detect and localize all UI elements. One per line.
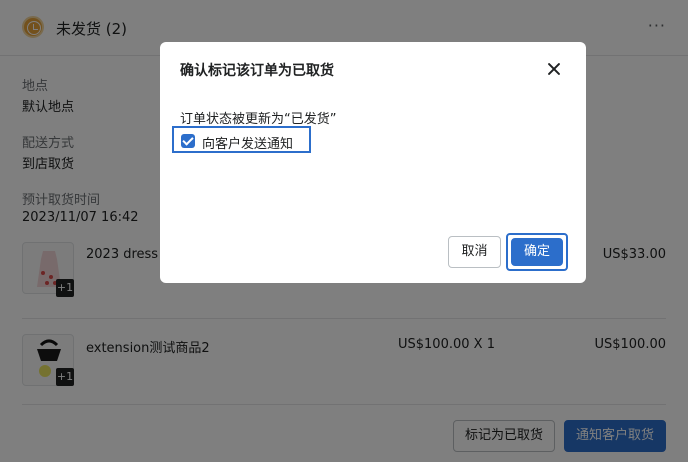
cancel-button[interactable]: 取消: [448, 236, 501, 268]
confirm-button[interactable]: 确定: [511, 238, 563, 266]
confirm-dialog: 确认标记该订单为已取货 订单状态被更新为“已发货” 向客户发送通知 取消 确定: [160, 42, 586, 283]
notify-customer-checkbox-label[interactable]: 向客户发送通知: [202, 133, 293, 152]
dialog-description: 订单状态被更新为“已发货”: [180, 112, 337, 127]
dialog-title: 确认标记该订单为已取货: [180, 63, 334, 79]
close-icon[interactable]: [545, 60, 563, 78]
notify-customer-checkbox[interactable]: [181, 134, 195, 148]
